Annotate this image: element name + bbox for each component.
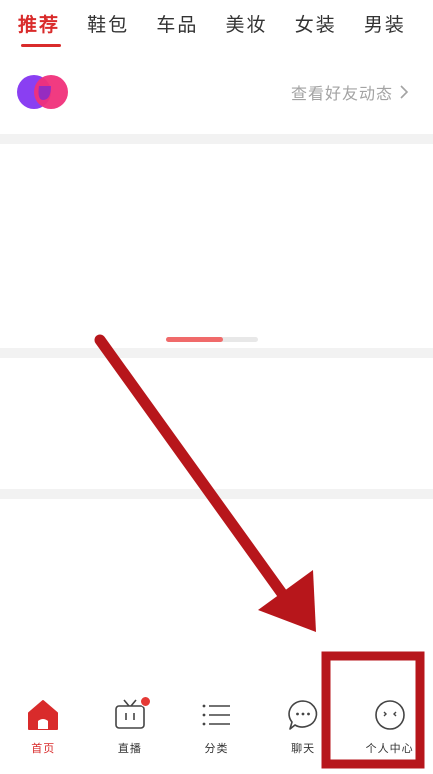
friend-activity-row: 查看好友动态 [0, 52, 433, 134]
tab-womens-wear[interactable]: 女装 [295, 0, 364, 50]
nav-label: 首页 [31, 742, 56, 755]
view-friend-activity-link[interactable]: 查看好友动态 [291, 80, 411, 104]
tab-shoes-bags[interactable]: 鞋包 [87, 0, 156, 50]
tab-label: 男装 [363, 14, 406, 36]
nav-label: 个人中心 [365, 742, 414, 755]
category-tab-bar: 推荐 鞋包 车品 美妆 女装 男装 [0, 0, 433, 50]
nav-item-profile[interactable]: 个人中心 [346, 688, 433, 774]
banner-carousel[interactable] [0, 144, 433, 348]
section-divider [0, 489, 433, 499]
section-divider [0, 348, 433, 358]
tab-recommend[interactable]: 推荐 [18, 0, 87, 50]
tab-label: 推荐 [18, 14, 61, 36]
nav-label: 聊天 [291, 742, 316, 755]
tab-label: 车品 [156, 14, 199, 36]
dual-circle-logo-icon[interactable] [17, 74, 69, 110]
friend-link-label: 查看好友动态 [290, 84, 393, 103]
tab-label: 美妆 [225, 14, 268, 36]
nav-item-chat[interactable]: 聊天 [260, 688, 347, 774]
tab-active-indicator [21, 44, 61, 47]
tab-label: 女装 [294, 14, 337, 36]
nav-label: 直播 [117, 742, 142, 755]
app-screen: 推荐 鞋包 车品 美妆 女装 男装 查看好友动态 首页 直播 分类 聊天 个人中… [0, 0, 433, 774]
tab-beauty[interactable]: 美妆 [226, 0, 295, 50]
annotation-arrow [94, 334, 316, 632]
tab-label: 鞋包 [87, 14, 130, 36]
nav-item-category[interactable]: 分类 [173, 688, 260, 774]
nav-label: 分类 [204, 742, 229, 755]
carousel-progress-track [166, 337, 258, 342]
tab-car-products[interactable]: 车品 [156, 0, 225, 50]
bottom-nav: 首页 直播 分类 聊天 个人中心 [0, 688, 433, 774]
nav-item-home[interactable]: 首页 [0, 688, 87, 774]
nav-item-live[interactable]: 直播 [87, 688, 174, 774]
tv-icon-wrap [113, 696, 151, 732]
home-icon [28, 700, 59, 730]
chat-icon [288, 700, 318, 730]
list-icon [203, 704, 231, 726]
carousel-progress-fill [166, 337, 224, 342]
profile-face-icon [374, 700, 405, 730]
section-divider [0, 134, 433, 144]
notification-badge-dot [139, 696, 151, 707]
tab-mens-wear[interactable]: 男装 [364, 0, 433, 50]
chevron-right-icon [400, 85, 409, 99]
